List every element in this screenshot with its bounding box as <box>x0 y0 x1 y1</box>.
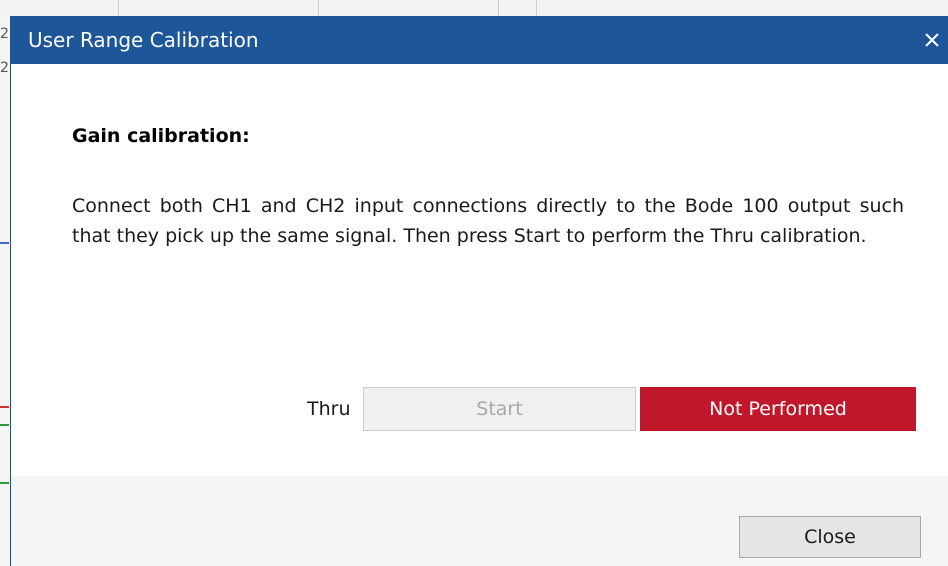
background-cell <box>498 0 537 16</box>
close-icon-glyph <box>925 33 939 47</box>
background-cell <box>118 0 319 16</box>
background-digit: 2 <box>0 60 9 76</box>
background-digit: 2 <box>0 26 9 42</box>
thru-calibration-row: Thru Start Not Performed <box>11 387 948 431</box>
background-app-header <box>0 0 948 17</box>
start-button[interactable]: Start <box>363 387 636 431</box>
background-cell <box>318 0 499 16</box>
background-trace-mark <box>0 424 9 426</box>
status-badge: Not Performed <box>640 387 916 431</box>
dialog-title: User Range Calibration <box>28 28 259 52</box>
dialog-footer: Close <box>11 476 948 566</box>
close-icon[interactable] <box>915 16 948 64</box>
thru-label: Thru <box>307 398 351 420</box>
dialog-titlebar[interactable]: User Range Calibration <box>11 16 948 64</box>
background-trace-mark <box>0 482 9 484</box>
screen: 2 2 User Range Calibration Gain calibrat… <box>0 0 948 566</box>
background-trace-mark <box>0 242 9 244</box>
section-heading: Gain calibration: <box>72 125 250 147</box>
user-range-calibration-dialog: User Range Calibration Gain calibration:… <box>10 16 948 566</box>
background-trace-mark <box>0 406 9 408</box>
close-button[interactable]: Close <box>739 516 921 558</box>
instructions-text: Connect both CH1 and CH2 input connectio… <box>72 195 904 247</box>
background-cell <box>0 0 119 16</box>
